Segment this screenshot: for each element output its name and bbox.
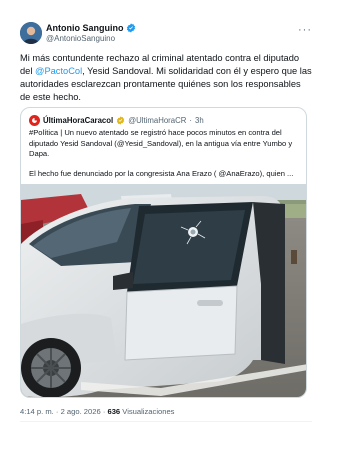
divider	[20, 421, 312, 422]
quoted-time[interactable]: 3h	[195, 116, 204, 125]
author-name[interactable]: Antonio Sanguino	[46, 23, 123, 33]
views-label: Visualizaciones	[122, 407, 175, 416]
quoted-tweet[interactable]: ÚltimaHoraCaracol @UltimaHoraCR · 3h #Po…	[20, 107, 307, 398]
tweet-meta: 4:14 p. m. · 2 ago. 2026 · 636 Visualiza…	[20, 407, 174, 416]
tweet-time[interactable]: 4:14 p. m.	[20, 407, 54, 416]
tweet-text: Mi más contundente rechazo al criminal a…	[20, 52, 312, 104]
tweet-header: Antonio Sanguino @AntonioSanguino ···	[20, 22, 312, 46]
tweet-date[interactable]: 2 ago. 2026	[61, 407, 101, 416]
more-horizontal-icon[interactable]: ···	[298, 24, 312, 36]
meta-separator-2: ·	[102, 407, 106, 416]
quoted-separator: ·	[189, 115, 192, 125]
quoted-text: #Política | Un nuevo atentado se registr…	[29, 128, 293, 158]
caracol-logo-icon	[29, 114, 40, 126]
quoted-header: ÚltimaHoraCaracol @UltimaHoraCR · 3h	[29, 114, 204, 126]
views-count: 636	[107, 407, 121, 416]
car-bullet-hole-photo[interactable]	[21, 184, 307, 398]
quoted-author-handle[interactable]: @UltimaHoraCR	[128, 116, 186, 125]
quoted-author-name[interactable]: ÚltimaHoraCaracol	[43, 116, 113, 125]
mention-link[interactable]: @PactoCol	[35, 66, 82, 76]
verified-badge-icon	[127, 23, 136, 33]
author-avatar[interactable]	[20, 22, 42, 44]
gold-verified-badge-icon	[116, 115, 125, 125]
author-handle[interactable]: @AntonioSanguino	[46, 34, 115, 43]
meta-separator: ·	[55, 407, 59, 416]
quoted-text-continued: El hecho fue denunciado por la congresis…	[29, 169, 294, 178]
